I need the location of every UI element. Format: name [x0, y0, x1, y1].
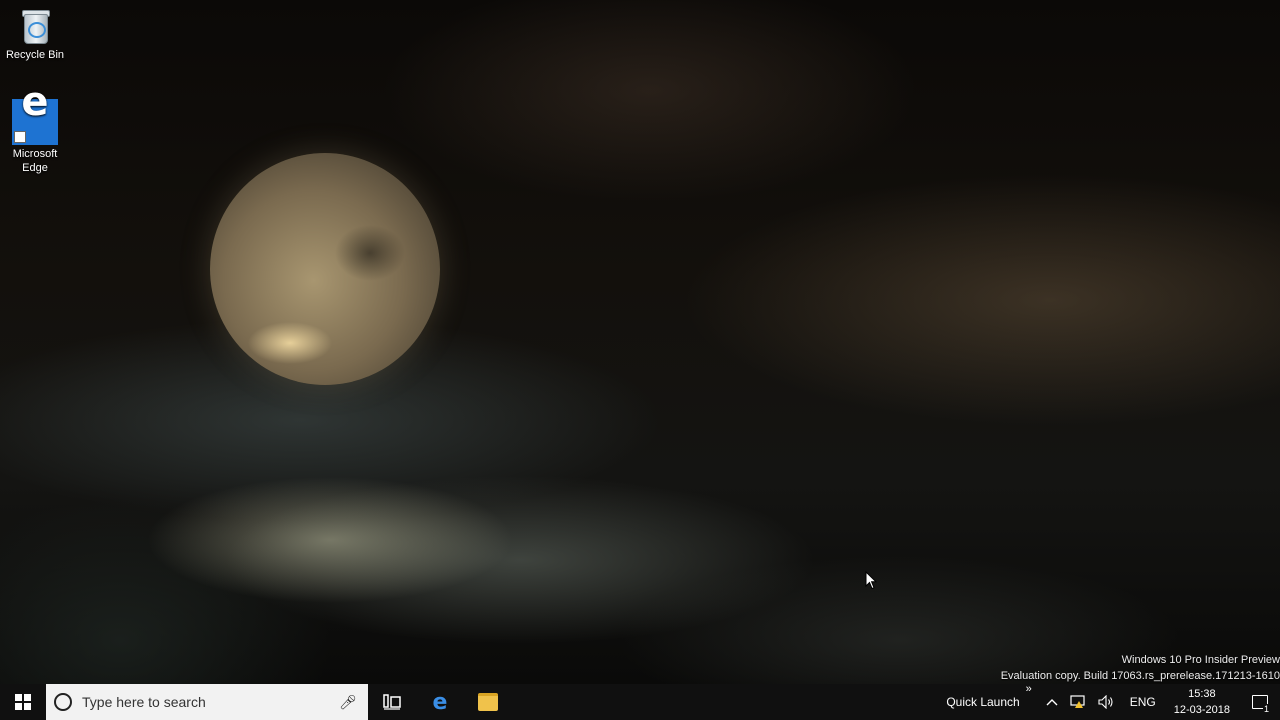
input-language-button[interactable]: ENG — [1120, 695, 1166, 709]
search-box[interactable]: Type here to search 🎤︎ — [46, 684, 368, 720]
mouse-cursor-icon — [865, 571, 877, 590]
network-warning-icon — [1070, 695, 1085, 708]
edge-icon: e — [432, 689, 448, 715]
desktop-wallpaper: Recycle Bin e Microsoft Edge Windows 10 … — [0, 0, 1280, 684]
search-placeholder: Type here to search — [82, 694, 206, 710]
edge-icon: e — [12, 82, 58, 145]
volume-button[interactable] — [1092, 695, 1120, 709]
taskbar: Type here to search 🎤︎ e Quick Launch » — [0, 683, 1280, 720]
cortana-icon — [54, 693, 72, 711]
quick-launch-chevron-icon[interactable]: » — [1026, 683, 1032, 695]
desktop-icon-microsoft-edge[interactable]: e Microsoft Edge — [0, 82, 70, 175]
clock-button[interactable]: 15:38 12-03-2018 — [1166, 686, 1240, 718]
speaker-icon — [1098, 695, 1113, 709]
file-explorer-button[interactable] — [464, 684, 512, 720]
build-watermark: Windows 10 Pro Insider Preview Evaluatio… — [1001, 652, 1280, 684]
quick-launch-label: Quick Launch — [946, 695, 1020, 709]
clock-date: 12-03-2018 — [1173, 704, 1230, 716]
shortcut-arrow-icon — [14, 131, 26, 143]
start-button[interactable] — [0, 684, 46, 720]
clock-time: 15:38 — [1188, 688, 1216, 700]
watermark-build: Evaluation copy. Build 17063.rs_prerelea… — [1000, 670, 1280, 682]
action-center-button[interactable]: 1 — [1240, 684, 1280, 720]
notification-count: 1 — [1262, 704, 1270, 714]
network-button[interactable] — [1064, 695, 1092, 709]
wallpaper-moon — [210, 153, 440, 385]
folder-icon — [478, 693, 498, 711]
chevron-up-icon — [1046, 699, 1058, 706]
recycle-bin-label: Recycle Bin — [5, 49, 65, 61]
taskbar-edge-button[interactable]: e — [416, 684, 464, 720]
quick-launch-toolbar[interactable]: Quick Launch » — [946, 683, 1031, 709]
microsoft-edge-label: Microsoft Edge — [12, 148, 58, 174]
desktop-icon-recycle-bin[interactable]: Recycle Bin — [0, 8, 70, 62]
task-view-button[interactable] — [368, 684, 416, 720]
windows-logo-icon — [15, 694, 31, 710]
recycle-bin-icon — [20, 8, 50, 44]
microphone-icon[interactable]: 🎤︎ — [338, 694, 358, 711]
show-hidden-icons-button[interactable] — [1040, 698, 1064, 706]
watermark-edition: Windows 10 Pro Insider Preview — [1121, 654, 1280, 666]
task-view-icon — [383, 694, 401, 710]
